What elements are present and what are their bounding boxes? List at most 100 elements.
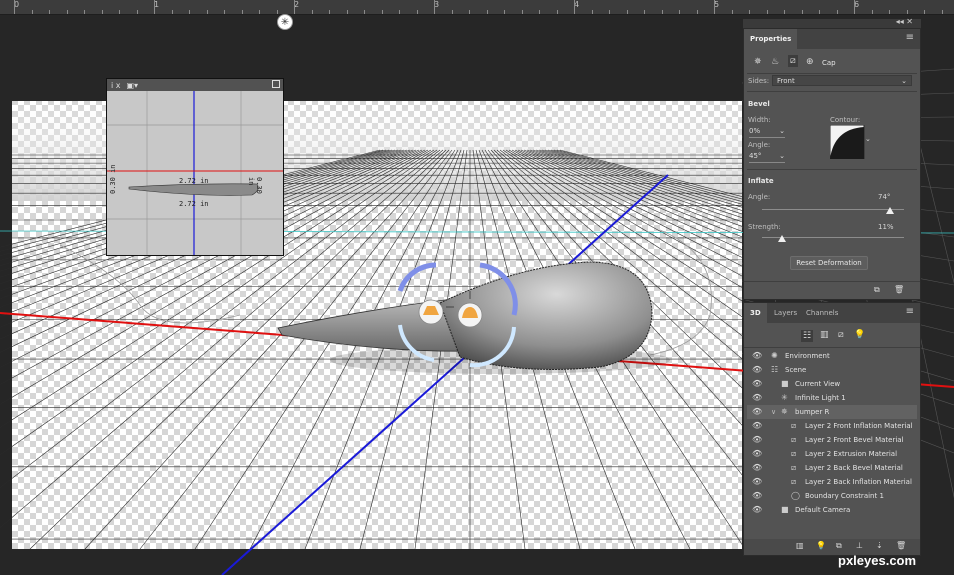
ruler-tick: [661, 10, 663, 14]
layer-row-label: bumper R: [795, 408, 830, 416]
light-icon: ✳: [781, 393, 788, 402]
eye-icon[interactable]: 👁: [752, 405, 762, 419]
eye-icon[interactable]: 👁: [752, 447, 762, 461]
filter-lights-icon[interactable]: 💡: [854, 330, 865, 340]
ruler-tick: [171, 10, 173, 14]
mesh-add-icon[interactable]: ▥: [796, 541, 804, 550]
ruler-tick: [626, 10, 628, 14]
environment-icon: ✺: [771, 351, 778, 360]
divider: [747, 91, 917, 92]
panel-menu-icon[interactable]: ≡: [906, 32, 914, 43]
eye-icon[interactable]: 👁: [752, 503, 762, 517]
tab-channels[interactable]: Channels: [800, 303, 844, 323]
strength-value[interactable]: 11%: [878, 223, 894, 231]
chevron-down-icon: ⌄: [779, 152, 785, 160]
inflate-angle-slider[interactable]: [762, 209, 904, 210]
collapse-icon[interactable]: ◂◂ ✕: [896, 17, 913, 26]
filter-materials-icon[interactable]: ⧄: [838, 330, 844, 340]
chevron-down-icon: ⌄: [779, 127, 785, 135]
secondary-view-canvas[interactable]: [107, 91, 283, 255]
eye-icon[interactable]: 👁: [752, 489, 762, 503]
width-field[interactable]: 0% ⌄: [749, 126, 785, 138]
ruler-tick: [259, 10, 260, 14]
ruler-tick: [679, 10, 680, 14]
chevron-down-icon[interactable]: ⌄: [865, 135, 871, 143]
eye-icon[interactable]: 👁: [752, 391, 762, 405]
ruler-tick: [924, 10, 925, 14]
ruler-tick: [66, 10, 68, 14]
tab-layers[interactable]: Layers: [768, 303, 803, 323]
ruler-tick: [591, 10, 593, 14]
width-label: Width:: [748, 116, 771, 124]
properties-tabbar: Properties: [744, 29, 920, 49]
layer-row[interactable]: 👁 ⧄ Layer 2 Back Inflation Material: [747, 475, 917, 489]
panel-dock-bar[interactable]: ◂◂ ✕: [743, 17, 921, 28]
render-icon[interactable]: ⧉: [836, 541, 842, 551]
material-icon: ⧄: [791, 421, 797, 430]
slider-thumb[interactable]: [777, 235, 786, 242]
secondary-view-window[interactable]: i x ▣▾ 2.72 in 2.72 in 0.30 in 0.30 in: [106, 78, 284, 256]
layer-row[interactable]: 👁 ⧄ Layer 2 Front Inflation Material: [747, 419, 917, 433]
layer-row[interactable]: 👁 ■ Current View: [747, 377, 917, 391]
layer-row[interactable]: 👁 ⧄ Layer 2 Front Bevel Material: [747, 433, 917, 447]
layer-row-label: Boundary Constraint 1: [805, 492, 884, 500]
dimension-label: 0.30 in: [109, 164, 117, 194]
layer-row[interactable]: 👁 ⧄ Layer 2 Back Bevel Material: [747, 461, 917, 475]
trash-icon[interactable]: 🗑: [896, 541, 906, 550]
filter-meshes-icon[interactable]: ▥: [820, 330, 829, 340]
light-source-icon[interactable]: ✳: [277, 14, 293, 30]
light-add-icon[interactable]: 💡: [816, 541, 826, 550]
ground-icon[interactable]: ⊥: [856, 541, 863, 550]
inflate-angle-value[interactable]: 74°: [878, 193, 890, 201]
layer-row[interactable]: 👁 ✺ Environment: [747, 349, 917, 363]
render-icon[interactable]: ⧉: [874, 285, 880, 295]
eye-icon[interactable]: 👁: [752, 377, 762, 391]
reset-deformation-button[interactable]: Reset Deformation: [790, 256, 868, 270]
dimension-label: 0.30 in: [247, 177, 263, 194]
layer-row-label: Layer 2 Extrusion Material: [805, 450, 898, 458]
trash-icon[interactable]: 🗑: [894, 285, 904, 294]
ruler-tick: [206, 10, 208, 14]
scene-icon: ☷: [771, 365, 779, 374]
mesh-icon[interactable]: ✵: [754, 57, 762, 67]
drop-to-plane-icon[interactable]: ⇣: [876, 541, 883, 550]
camera-icon: ■: [781, 505, 789, 514]
ruler-tick: [854, 0, 855, 14]
eye-icon[interactable]: 👁: [752, 433, 762, 447]
chevron-down-icon[interactable]: ∨: [771, 405, 776, 419]
layer-row[interactable]: 👁 ⧄ Layer 2 Extrusion Material: [747, 447, 917, 461]
object-side-view: [128, 183, 259, 196]
eye-icon[interactable]: 👁: [752, 461, 762, 475]
layer-row[interactable]: 👁 ☷ Scene: [747, 363, 917, 377]
coordinates-icon[interactable]: ⊕: [806, 57, 814, 67]
divider: [747, 169, 917, 170]
slider-thumb[interactable]: [885, 207, 894, 214]
ruler-tick: [836, 10, 838, 14]
panel-menu-icon[interactable]: ≡: [906, 306, 914, 317]
layer-row[interactable]: 👁 ◯ Boundary Constraint 1: [747, 489, 917, 503]
expand-icon[interactable]: [272, 80, 280, 88]
eye-icon[interactable]: 👁: [752, 475, 762, 489]
eye-icon[interactable]: 👁: [752, 363, 762, 377]
layer-row[interactable]: 👁 ∨ ✵ bumper R: [747, 405, 917, 419]
tab-properties[interactable]: Properties: [744, 29, 798, 49]
angle-field[interactable]: 45° ⌄: [749, 151, 785, 163]
cap-icon[interactable]: ⧄: [788, 55, 798, 67]
ruler-tick: [574, 0, 575, 14]
eye-icon[interactable]: 👁: [752, 349, 762, 363]
ruler-tick: [889, 10, 890, 14]
horizontal-ruler[interactable]: 0 1 2 3 4 5 6: [0, 0, 954, 15]
secondary-view-menu[interactable]: i x: [111, 81, 121, 90]
watermark: pxleyes.com: [838, 553, 917, 568]
contour-preview[interactable]: [830, 125, 866, 159]
eye-icon[interactable]: 👁: [752, 419, 762, 433]
ruler-tick: [294, 0, 295, 14]
filter-scene-icon[interactable]: ☷: [801, 330, 814, 342]
sides-select[interactable]: Front ⌄: [772, 75, 912, 86]
view-select-icon[interactable]: ▣▾: [127, 81, 139, 90]
3d-layer-list: 👁 ✺ Environment 👁 ☷ Scene 👁 ■ Current View 👁 ✳ Infi…: [747, 347, 917, 517]
layer-row[interactable]: 👁 ✳ Infinite Light 1: [747, 391, 917, 405]
deform-icon[interactable]: ♨: [771, 57, 779, 67]
tab-3d[interactable]: 3D: [744, 303, 767, 323]
layer-row[interactable]: 👁 ■ Default Camera: [747, 503, 917, 517]
